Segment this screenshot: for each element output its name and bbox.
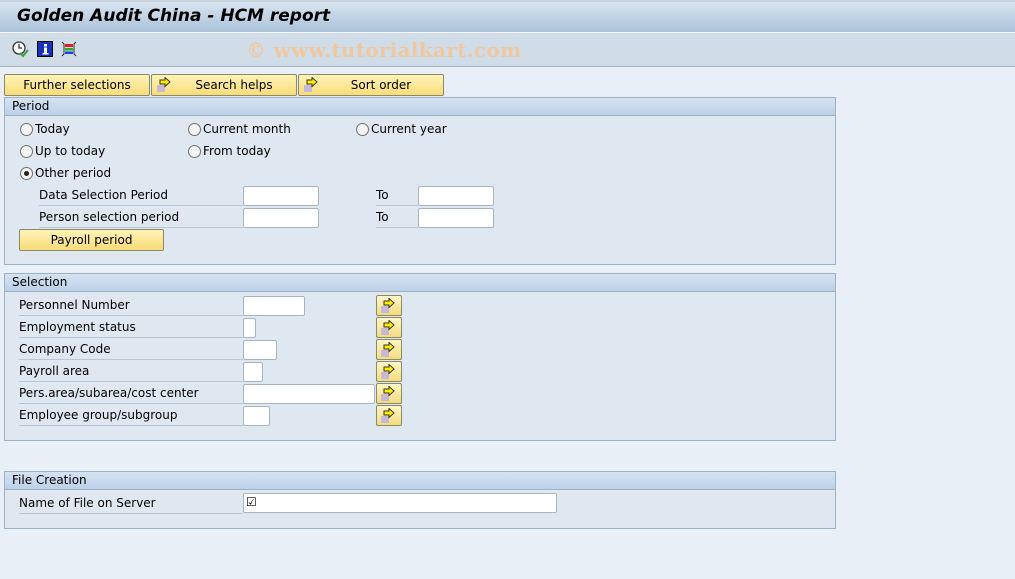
data-selection-period-label: Data Selection Period bbox=[39, 185, 243, 206]
arrow-right-icon bbox=[381, 386, 395, 401]
arrow-right-icon bbox=[156, 76, 174, 96]
radio-button[interactable] bbox=[356, 122, 369, 136]
employment-status-label: Employment status bbox=[19, 317, 243, 338]
file-name-input[interactable]: ☑ bbox=[243, 493, 557, 513]
application-toolbar: © www.tutorialkart.com bbox=[0, 33, 1015, 67]
radio-button[interactable] bbox=[20, 122, 33, 136]
to-label: To bbox=[376, 207, 418, 228]
arrow-right-icon bbox=[381, 408, 395, 423]
arrow-right-icon bbox=[381, 320, 395, 335]
radio-label: Current year bbox=[371, 122, 447, 136]
file-name-label: Name of File on Server bbox=[19, 493, 243, 514]
pers-area-multiple-selection-button[interactable] bbox=[376, 383, 402, 404]
sort-order-button[interactable]: Sort order bbox=[298, 74, 444, 96]
arrow-right-icon bbox=[381, 364, 395, 379]
personnel-number-multiple-selection-button[interactable] bbox=[376, 295, 402, 316]
company-code-label: Company Code bbox=[19, 339, 243, 360]
data-selection-to-input[interactable] bbox=[418, 186, 494, 206]
company-code-multiple-selection-button[interactable] bbox=[376, 339, 402, 360]
person-selection-to-input[interactable] bbox=[418, 208, 494, 228]
pers-area-input[interactable] bbox=[243, 384, 375, 404]
further-selections-label: Further selections bbox=[23, 78, 131, 92]
radio-button[interactable] bbox=[188, 144, 201, 158]
selection-group: Selection Personnel Number Employment st… bbox=[4, 273, 836, 441]
employee-group-input[interactable] bbox=[243, 406, 270, 426]
employment-status-input[interactable] bbox=[243, 318, 256, 338]
info-icon[interactable] bbox=[36, 40, 54, 58]
employee-group-multiple-selection-button[interactable] bbox=[376, 405, 402, 426]
sort-order-label: Sort order bbox=[350, 78, 412, 92]
radio-label: Today bbox=[35, 122, 70, 136]
payroll-period-label: Payroll period bbox=[50, 233, 133, 247]
data-selection-from-input[interactable] bbox=[243, 186, 319, 206]
to-label: To bbox=[376, 185, 418, 206]
payroll-area-input[interactable] bbox=[243, 362, 263, 382]
file-creation-group: File Creation Name of File on Server ☑ bbox=[4, 471, 836, 529]
arrow-right-icon bbox=[303, 76, 321, 96]
variant-layout-icon[interactable] bbox=[60, 40, 78, 58]
arrow-right-icon bbox=[381, 342, 395, 357]
period-group-title: Period bbox=[5, 98, 835, 116]
radio-other-period[interactable]: Other period bbox=[20, 166, 111, 180]
arrow-right-icon bbox=[381, 298, 395, 313]
radio-current-year[interactable]: Current year bbox=[356, 122, 447, 136]
required-entry-icon: ☑ bbox=[246, 495, 257, 509]
radio-up-to-today[interactable]: Up to today bbox=[20, 144, 105, 158]
person-selection-from-input[interactable] bbox=[243, 208, 319, 228]
radio-button[interactable] bbox=[20, 144, 33, 158]
file-creation-group-title: File Creation bbox=[5, 472, 835, 490]
personnel-number-input[interactable] bbox=[243, 296, 305, 316]
payroll-area-multiple-selection-button[interactable] bbox=[376, 361, 402, 382]
payroll-area-label: Payroll area bbox=[19, 361, 243, 382]
radio-button-selected[interactable] bbox=[20, 166, 33, 180]
radio-from-today[interactable]: From today bbox=[188, 144, 271, 158]
employee-group-label: Employee group/subgroup bbox=[19, 405, 243, 426]
page-title: Golden Audit China - HCM report bbox=[17, 6, 331, 26]
radio-label: Current month bbox=[203, 122, 291, 136]
radio-current-month[interactable]: Current month bbox=[188, 122, 291, 136]
employment-status-multiple-selection-button[interactable] bbox=[376, 317, 402, 338]
watermark: © www.tutorialkart.com bbox=[246, 38, 522, 62]
radio-today[interactable]: Today bbox=[20, 122, 70, 136]
radio-button[interactable] bbox=[188, 122, 201, 136]
execute-background-icon[interactable] bbox=[11, 40, 29, 58]
further-selections-button[interactable]: Further selections bbox=[4, 74, 150, 96]
radio-label: From today bbox=[203, 144, 271, 158]
radio-label: Up to today bbox=[35, 144, 106, 158]
pers-area-label: Pers.area/subarea/cost center bbox=[19, 383, 243, 404]
personnel-number-label: Personnel Number bbox=[19, 295, 243, 316]
radio-label: Other period bbox=[35, 166, 112, 180]
company-code-input[interactable] bbox=[243, 340, 277, 360]
title-bar: Golden Audit China - HCM report bbox=[0, 0, 1015, 33]
search-helps-button[interactable]: Search helps bbox=[151, 74, 297, 96]
period-group: Period Today Current month Current year … bbox=[4, 97, 836, 265]
payroll-period-button[interactable]: Payroll period bbox=[19, 229, 164, 251]
person-selection-period-label: Person selection period bbox=[39, 207, 243, 228]
selection-group-title: Selection bbox=[5, 274, 835, 292]
search-helps-label: Search helps bbox=[195, 78, 273, 92]
